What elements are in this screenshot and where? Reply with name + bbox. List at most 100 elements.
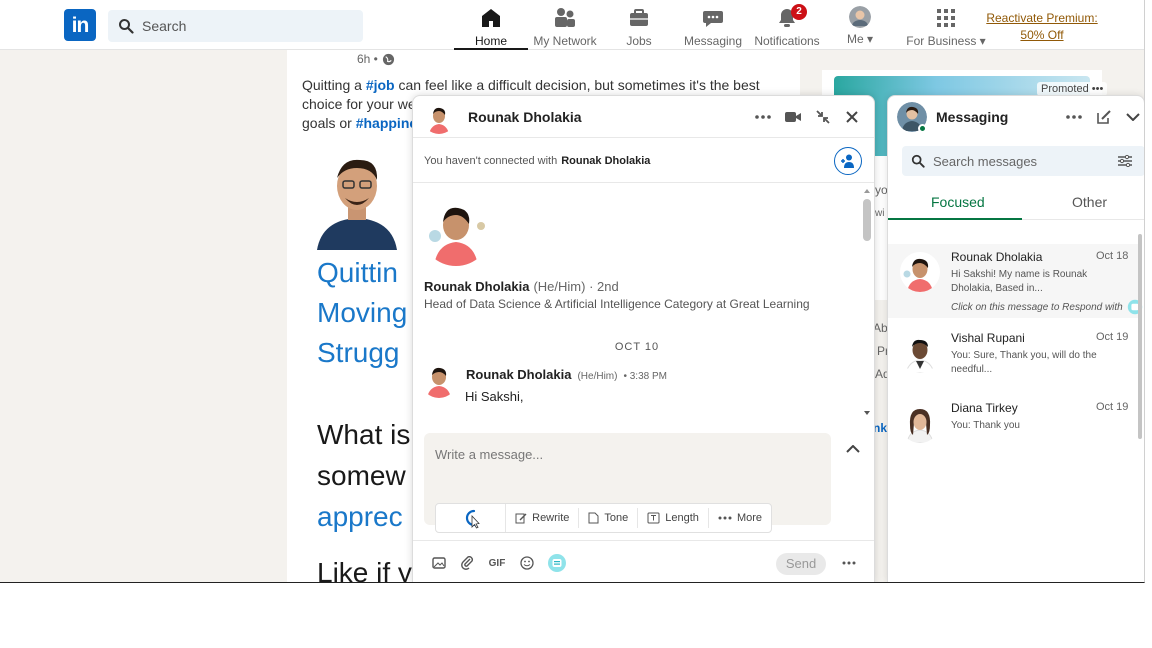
- promo-fragment: yo: [875, 183, 888, 197]
- post-big-line-3: Strugg: [317, 337, 400, 368]
- conversation-preview: You: Thank you: [951, 420, 1020, 431]
- message-body: Hi Sakshi,: [465, 389, 524, 404]
- conversation-note: Click on this message to Respond with: [951, 299, 1143, 315]
- tab-other[interactable]: Other: [1072, 194, 1107, 210]
- nav-messaging[interactable]: Messaging: [684, 6, 742, 50]
- date-divider: OCT 10: [614, 341, 660, 353]
- nav-notifications-label: Notifications: [754, 34, 820, 48]
- hashtag-job[interactable]: #job: [366, 77, 395, 93]
- top-nav: in Search Home My Network Jobs Messaging…: [0, 0, 1144, 50]
- contact-avatar[interactable]: [423, 102, 455, 134]
- profile-headline: Head of Data Science & Artificial Intell…: [424, 297, 810, 311]
- thread-scrollbar[interactable]: [861, 184, 873, 421]
- conversation-name: Rounak Dholakia: [951, 250, 1043, 264]
- chevron-down-icon: ▾: [866, 32, 874, 46]
- messaging-search-input[interactable]: Search messages: [933, 154, 1037, 169]
- post-text-a: Quitting a: [302, 77, 366, 93]
- message-thread[interactable]: Rounak Dholakia (He/Him) · 2nd Head of Da…: [413, 184, 861, 421]
- emoji-icon[interactable]: [517, 554, 537, 572]
- conversation-avatar: [900, 403, 940, 443]
- me-avatar: [849, 6, 871, 28]
- conversation-item[interactable]: Diana Tirkey Oct 19 You: Thank you: [888, 395, 1138, 469]
- rewrite-label: Rewrite: [532, 512, 570, 524]
- filter-icon[interactable]: [1118, 155, 1132, 167]
- scrollbar-thumb[interactable]: [863, 199, 871, 241]
- nav-jobs[interactable]: Jobs: [620, 6, 658, 50]
- messaging-header[interactable]: Messaging: [888, 96, 1144, 138]
- image-icon[interactable]: [429, 554, 449, 572]
- conversation-name: Vishal Rupani: [951, 331, 1025, 345]
- more-options-icon[interactable]: [753, 107, 773, 127]
- conversation-date: Oct 19: [1096, 401, 1129, 413]
- ellipsis-icon: [718, 516, 732, 520]
- minimize-icon[interactable]: [813, 107, 833, 127]
- chevron-down-icon[interactable]: [1123, 107, 1143, 127]
- pencil-icon: [515, 513, 527, 524]
- profile-name[interactable]: Rounak Dholakia (He/Him) · 2nd: [424, 279, 619, 294]
- conversation-note-text: Click on this message to Respond with: [951, 301, 1123, 313]
- more-label: More: [736, 512, 762, 524]
- more-options-icon[interactable]: [1064, 107, 1084, 127]
- message-input[interactable]: Write a message...: [435, 447, 543, 462]
- more-button[interactable]: More: [709, 508, 771, 528]
- add-connection-button[interactable]: [834, 147, 862, 175]
- length-label: Length: [665, 512, 699, 524]
- search-bar[interactable]: Search: [108, 10, 363, 42]
- chat-contact-name[interactable]: Rounak Dholakia: [468, 109, 582, 125]
- post-time-text: 6h •: [357, 52, 378, 66]
- messaging-search[interactable]: Search messages: [902, 146, 1144, 176]
- nav-my-network-label: My Network: [533, 34, 597, 48]
- home-icon: [479, 6, 503, 30]
- messaging-tabs: Focused Other: [888, 186, 1144, 220]
- rewrite-button[interactable]: Rewrite: [506, 508, 580, 528]
- nav-home[interactable]: Home: [454, 6, 528, 50]
- gif-icon[interactable]: GIF: [487, 554, 507, 572]
- post-timestamp: 6h •: [357, 52, 395, 66]
- post-big-line-1: Quittin: [317, 257, 398, 288]
- promo-fragment: wi: [875, 208, 885, 219]
- notice-name: Rounak Dholakia: [561, 155, 651, 167]
- scroll-down-arrow-icon: [864, 411, 870, 415]
- chat-header[interactable]: Rounak Dholakia: [413, 96, 874, 138]
- tone-button[interactable]: Tone: [579, 508, 639, 528]
- send-button[interactable]: Send: [776, 553, 826, 575]
- search-input[interactable]: Search: [142, 18, 186, 34]
- attachment-icon[interactable]: [458, 554, 478, 572]
- post-big-line-2: Moving: [317, 297, 408, 328]
- post-big-line-7: Like if y: [317, 557, 412, 583]
- nav-my-network[interactable]: My Network: [530, 6, 600, 50]
- message-sender-name[interactable]: Rounak Dholakia: [466, 367, 571, 382]
- more-send-options-icon[interactable]: [839, 554, 859, 572]
- notice-prefix: You haven't connected with: [424, 155, 558, 167]
- conversation-date: Oct 18: [1096, 250, 1129, 262]
- expand-composer-icon[interactable]: [843, 439, 863, 459]
- conversation-item[interactable]: Vishal Rupani Oct 19 You: Sure, Thank yo…: [888, 325, 1138, 399]
- ai-assistant-icon[interactable]: [547, 554, 567, 572]
- network-icon: [553, 6, 577, 30]
- nav-notifications[interactable]: 2 Notifications: [754, 4, 820, 50]
- conversation-list-scrollbar[interactable]: [1138, 234, 1142, 439]
- nav-for-business[interactable]: For Business ▾: [906, 6, 986, 50]
- close-icon[interactable]: [842, 107, 862, 127]
- reactivate-premium-link[interactable]: Reactivate Premium: 50% Off: [986, 10, 1098, 44]
- profile-name-text: Rounak Dholakia: [424, 279, 530, 294]
- document-icon: [588, 512, 599, 524]
- conversation-item[interactable]: Rounak Dholakia Oct 18 Hi Sakshi! My nam…: [888, 244, 1142, 318]
- conversation-date: Oct 19: [1096, 331, 1129, 343]
- length-button[interactable]: Length: [638, 508, 709, 528]
- globe-icon: [382, 53, 394, 65]
- conversation-preview: You: Sure, Thank you, will do the needfu…: [951, 350, 1097, 375]
- messaging-title: Messaging: [936, 109, 1009, 125]
- tab-focused[interactable]: Focused: [931, 194, 985, 210]
- ai-assist-bar: Rewrite Tone Length More: [435, 503, 772, 533]
- loading-spinner-icon: [436, 504, 507, 532]
- video-call-icon[interactable]: [783, 107, 803, 127]
- promoted-label[interactable]: Promoted •••: [1037, 82, 1108, 96]
- nav-me[interactable]: Me ▾: [844, 6, 876, 50]
- compose-icon[interactable]: [1094, 107, 1114, 127]
- message-sender-avatar[interactable]: [421, 362, 457, 398]
- profile-avatar[interactable]: [421, 196, 491, 266]
- message-time: • 3:38 PM: [623, 371, 667, 382]
- linkedin-logo[interactable]: in: [64, 9, 96, 41]
- online-status-dot: [918, 124, 927, 133]
